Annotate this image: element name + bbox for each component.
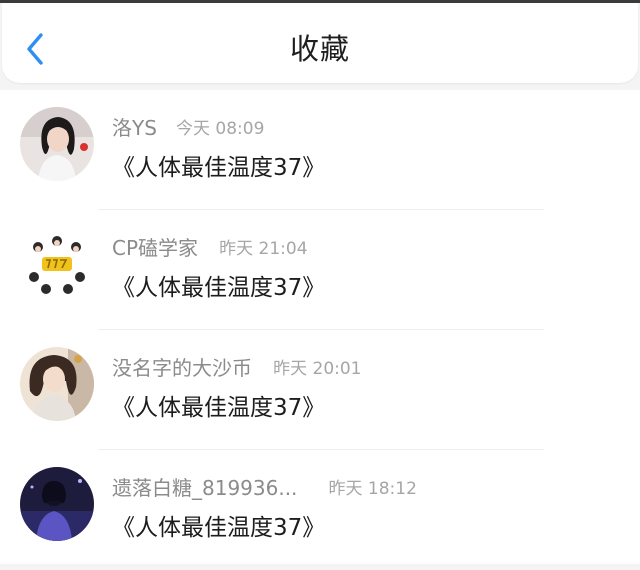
favorite-title[interactable]: 《人体最佳温度37》 <box>112 268 325 302</box>
item-meta: CP磕学家 昨天 21:04 <box>112 232 308 262</box>
list-item[interactable]: CP磕学家 昨天 21:04 《人体最佳温度37》 <box>0 210 640 330</box>
username[interactable]: 没名字的大沙币 <box>112 356 252 380</box>
item-meta: 没名字的大沙币 昨天 20:01 <box>112 352 362 382</box>
page-title: 收藏 <box>289 32 350 66</box>
item-meta: 洛YS 今天 08:09 <box>112 112 264 142</box>
username[interactable]: 洛YS <box>112 116 157 140</box>
list-item[interactable]: 遗落白糖_819936... 昨天 18:12 《人体最佳温度37》 <box>0 450 640 570</box>
username[interactable]: 遗落白糖_819936... <box>112 476 297 500</box>
girl-portrait-avatar-image <box>20 107 94 181</box>
avatar[interactable] <box>20 227 94 301</box>
list-item[interactable]: 没名字的大沙币 昨天 20:01 《人体最佳温度37》 <box>0 330 640 450</box>
favorites-list: 洛YS 今天 08:09 《人体最佳温度37》 CP磕学家 昨天 21:04 《… <box>0 90 640 564</box>
item-meta: 遗落白糖_819936... 昨天 18:12 <box>112 472 417 502</box>
favorite-title[interactable]: 《人体最佳温度37》 <box>112 388 325 422</box>
username[interactable]: CP磕学家 <box>112 236 198 260</box>
avatar[interactable] <box>20 347 94 421</box>
timestamp: 昨天 21:04 <box>219 239 308 259</box>
night-silhouette-avatar-image <box>20 467 94 541</box>
favorite-title[interactable]: 《人体最佳温度37》 <box>112 148 325 182</box>
avatar[interactable] <box>20 467 94 541</box>
cartoon-sticker-avatar-image <box>20 227 94 301</box>
list-item[interactable]: 洛YS 今天 08:09 《人体最佳温度37》 <box>0 90 640 210</box>
illustrated-girl-avatar-image <box>20 347 94 421</box>
favorite-title[interactable]: 《人体最佳温度37》 <box>112 508 325 542</box>
timestamp: 昨天 20:01 <box>273 359 362 379</box>
header-bar: 收藏 <box>2 3 638 83</box>
timestamp: 今天 08:09 <box>176 119 265 139</box>
timestamp: 昨天 18:12 <box>328 479 417 499</box>
avatar[interactable] <box>20 107 94 181</box>
